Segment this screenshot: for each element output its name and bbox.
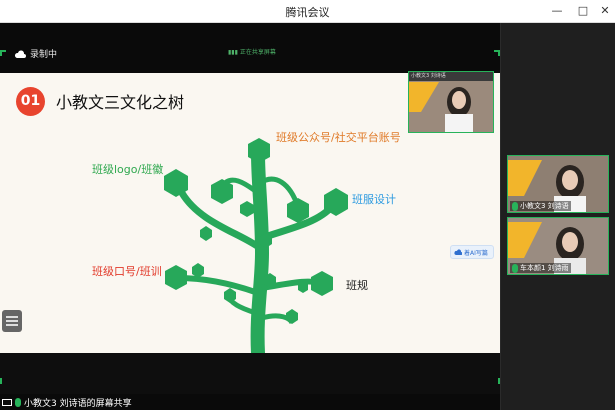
share-bottom-bar: 小教文3 刘诗语的屏幕共享 bbox=[0, 394, 500, 410]
close-button[interactable]: ✕ bbox=[596, 2, 614, 20]
screen-share-stage: 录制中 ▮▮▮ 正在共享屏幕 01 小教文三文化之树 班级公众号/社交平台账号 … bbox=[0, 23, 500, 410]
recording-label: 录制中 bbox=[30, 50, 58, 60]
cloud-icon bbox=[454, 249, 462, 255]
label-class-slogan: 班级口号/班训 bbox=[92, 265, 162, 278]
participant-panel: 小教文3 刘诗语 车本颜1 刘诗雨 bbox=[501, 23, 615, 410]
window-titlebar: 腾讯会议 — □ ✕ bbox=[0, 0, 615, 23]
screen-share-icon bbox=[2, 399, 12, 406]
presenter-video bbox=[409, 72, 493, 132]
share-hint: ▮▮▮ 正在共享屏幕 bbox=[228, 49, 276, 56]
collapse-side-handle[interactable] bbox=[2, 310, 22, 332]
participant-name: 车本颜1 刘诗雨 bbox=[510, 263, 571, 273]
participant-tile[interactable]: 小教文3 刘诗语 bbox=[507, 155, 609, 213]
cloud-icon bbox=[14, 49, 26, 58]
label-class-uniform: 班服设计 bbox=[352, 193, 396, 206]
maximize-button[interactable]: □ bbox=[574, 2, 592, 20]
recording-status: 录制中 bbox=[14, 47, 57, 60]
mic-icon bbox=[512, 263, 518, 273]
minimize-button[interactable]: — bbox=[548, 2, 566, 20]
share-top-bar: 录制中 ▮▮▮ 正在共享屏幕 bbox=[0, 23, 500, 73]
screen-share-owner-label: 小教文3 刘诗语的屏幕共享 bbox=[24, 399, 132, 409]
presenter-thumb-header: 小教文3 刘诗语 bbox=[409, 72, 493, 81]
participant-name: 小教文3 刘诗语 bbox=[510, 201, 571, 211]
share-border-corner bbox=[0, 50, 2, 56]
label-class-logo: 班级logo/班徽 bbox=[92, 163, 164, 176]
ai-assist-button[interactable]: 着AI写篇 bbox=[450, 245, 494, 259]
share-border-corner bbox=[498, 378, 500, 384]
participant-tile[interactable]: 车本颜1 刘诗雨 bbox=[507, 217, 609, 275]
mic-icon bbox=[15, 398, 21, 407]
window-title: 腾讯会议 bbox=[285, 6, 330, 19]
presenter-video-thumbnail[interactable]: 小教文3 刘诗语 bbox=[408, 71, 494, 133]
mic-icon bbox=[512, 201, 518, 211]
screen-share-owner: 小教文3 刘诗语的屏幕共享 bbox=[2, 396, 132, 409]
share-border-corner bbox=[498, 50, 500, 56]
label-official-account: 班级公众号/社交平台账号 bbox=[276, 131, 401, 144]
ai-assist-label: 着AI写篇 bbox=[464, 249, 488, 257]
label-class-rules: 班规 bbox=[346, 279, 368, 292]
share-border-corner bbox=[0, 378, 2, 384]
